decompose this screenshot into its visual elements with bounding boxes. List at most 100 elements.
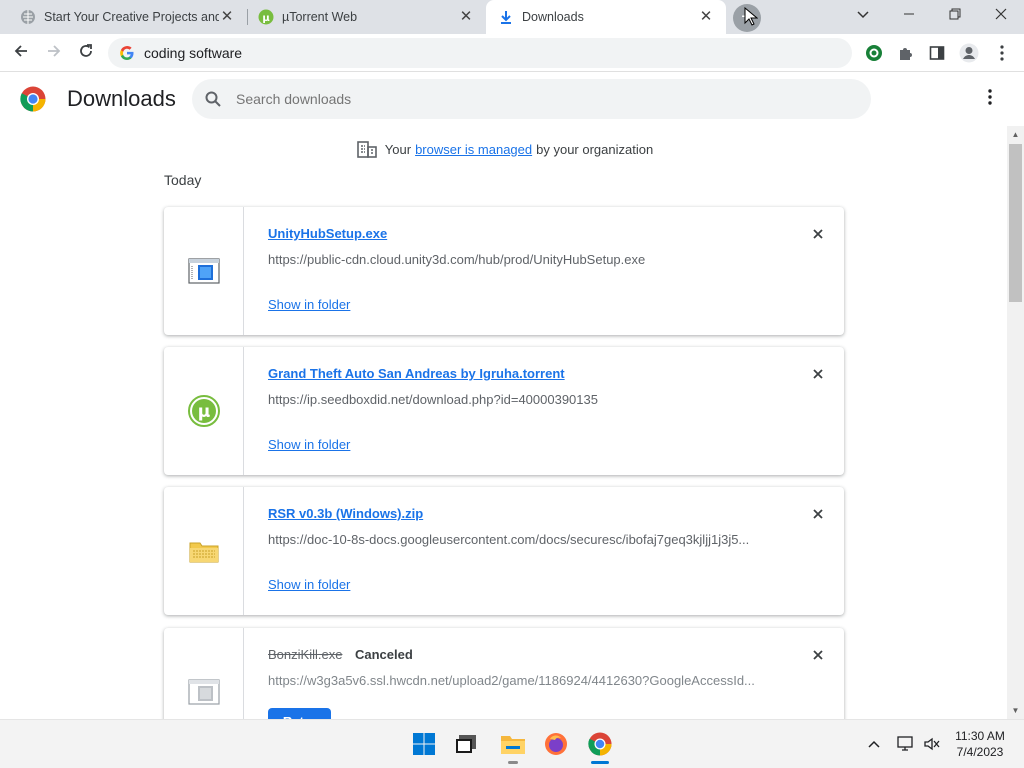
managed-notice: Your browser is managed by your organiza… xyxy=(0,138,1010,160)
task-view-icon xyxy=(456,735,476,753)
remove-download-button[interactable] xyxy=(808,225,828,245)
reload-button[interactable] xyxy=(73,40,99,66)
chrome-menu-button[interactable] xyxy=(991,42,1013,64)
show-in-folder-link[interactable]: Show in folder xyxy=(268,297,350,312)
puzzle-piece-icon xyxy=(900,48,912,60)
building-icon xyxy=(356,141,377,158)
close-icon xyxy=(813,509,823,519)
start-button[interactable] xyxy=(408,728,440,760)
network-icon xyxy=(897,736,913,751)
remove-download-button[interactable] xyxy=(808,365,828,385)
show-in-folder-link[interactable]: Show in folder xyxy=(268,577,350,592)
browser-toolbar: coding software xyxy=(0,34,1024,72)
download-source-url: https://w3g3a5v6.ssl.hwcdn.net/upload2/g… xyxy=(268,673,755,688)
back-arrow-icon xyxy=(14,45,27,57)
show-hidden-icons-button[interactable] xyxy=(858,728,890,760)
profile-button[interactable] xyxy=(958,42,980,64)
close-icon xyxy=(813,650,823,660)
close-tab-icon[interactable]: ✕ xyxy=(219,9,235,25)
download-source-url: https://doc-10-8s-docs.googleusercontent… xyxy=(268,532,750,547)
chrome-logo-icon xyxy=(20,86,46,112)
chevron-down-icon xyxy=(857,11,869,19)
scrollbar-thumb[interactable] xyxy=(1009,144,1022,302)
page-scrollbar[interactable]: ▲ ▼ xyxy=(1007,126,1024,719)
search-downloads-box[interactable] xyxy=(192,79,871,119)
side-panel-button[interactable] xyxy=(926,42,948,64)
managed-prefix: Your xyxy=(384,141,412,157)
show-in-folder-link[interactable]: Show in folder xyxy=(268,437,350,452)
file-icon-column: µ xyxy=(164,347,244,475)
file-icon-column xyxy=(164,207,244,335)
tab-utorrent-web[interactable]: µ µTorrent Web ✕ xyxy=(238,0,486,34)
managed-suffix: by your organization xyxy=(536,141,654,157)
tab-title: µTorrent Web xyxy=(282,10,358,24)
windows-taskbar: 11:30 AM 7/4/2023 xyxy=(0,719,1024,768)
date-section-label: Today xyxy=(164,172,202,188)
side-panel-icon xyxy=(929,46,945,60)
exe-file-icon xyxy=(187,679,220,705)
task-view-button[interactable] xyxy=(450,728,482,760)
tab-downloads[interactable]: Downloads ✕ xyxy=(486,0,726,34)
close-window-button[interactable] xyxy=(978,0,1024,30)
avatar-icon xyxy=(959,43,979,63)
file-explorer-button[interactable] xyxy=(497,728,529,760)
chrome-icon xyxy=(588,732,612,756)
minimize-button[interactable] xyxy=(886,0,932,30)
download-file-name: BonziKill.exe xyxy=(268,647,343,662)
download-item: RSR v0.3b (Windows).zip https://doc-10-8… xyxy=(164,487,844,615)
download-source-url: https://ip.seedboxdid.net/download.php?i… xyxy=(268,392,598,407)
kebab-menu-icon xyxy=(1000,45,1004,61)
remove-download-button[interactable] xyxy=(808,505,828,525)
active-app-indicator xyxy=(591,761,609,764)
close-icon xyxy=(813,369,823,379)
folder-icon xyxy=(501,736,525,754)
forward-button[interactable] xyxy=(41,40,67,66)
scroll-up-arrow-icon[interactable]: ▲ xyxy=(1007,128,1024,142)
downloads-header: Downloads xyxy=(0,72,1024,126)
browser-managed-link[interactable]: browser is managed xyxy=(415,142,532,157)
download-source-url: https://public-cdn.cloud.unity3d.com/hub… xyxy=(268,252,646,267)
download-file-link[interactable]: RSR v0.3b (Windows).zip xyxy=(268,506,423,521)
extensions-button[interactable] xyxy=(895,42,917,64)
restore-icon xyxy=(949,8,961,20)
tab-title: Start Your Creative Projects and D xyxy=(44,10,219,24)
taskbar-clock[interactable]: 11:30 AM 7/4/2023 xyxy=(946,728,1014,760)
clock-date: 7/4/2023 xyxy=(956,745,1004,759)
download-status: Canceled xyxy=(355,647,413,662)
clock-time: 11:30 AM xyxy=(955,729,1005,743)
google-g-icon xyxy=(120,46,134,61)
speaker-muted-icon xyxy=(924,737,940,751)
kebab-menu-icon xyxy=(988,89,992,105)
extension-button[interactable] xyxy=(863,42,885,64)
download-file-link[interactable]: Grand Theft Auto San Andreas by Igruha.t… xyxy=(268,366,565,381)
windows-logo-icon xyxy=(413,733,435,755)
address-bar[interactable]: coding software xyxy=(108,38,852,68)
search-input[interactable] xyxy=(236,91,836,107)
scroll-down-arrow-icon[interactable]: ▼ xyxy=(1007,704,1024,718)
firefox-button[interactable] xyxy=(540,728,572,760)
reload-icon xyxy=(80,44,92,57)
back-button[interactable] xyxy=(8,40,34,66)
download-arrow-icon xyxy=(498,9,514,25)
tab-creative-projects[interactable]: Start Your Creative Projects and D ✕ xyxy=(0,0,247,34)
tab-search-button[interactable] xyxy=(840,0,886,30)
green-shield-extension-icon xyxy=(866,45,882,61)
exe-file-icon xyxy=(187,258,220,284)
tab-strip: Start Your Creative Projects and D ✕ µ µ… xyxy=(0,0,1024,34)
restore-button[interactable] xyxy=(932,0,978,30)
close-tab-icon[interactable]: ✕ xyxy=(698,9,714,25)
page-title: Downloads xyxy=(67,86,176,111)
downloads-menu-button[interactable] xyxy=(980,86,1000,112)
forward-arrow-icon xyxy=(48,45,61,57)
download-file-link[interactable]: UnityHubSetup.exe xyxy=(268,226,387,241)
volume-button[interactable] xyxy=(916,728,948,760)
running-indicator xyxy=(508,761,518,764)
close-tab-icon[interactable]: ✕ xyxy=(458,9,474,25)
close-icon xyxy=(995,8,1007,20)
close-icon xyxy=(813,229,823,239)
download-item: UnityHubSetup.exe https://public-cdn.clo… xyxy=(164,207,844,335)
minimize-icon xyxy=(904,13,914,15)
utorrent-file-icon: µ xyxy=(187,395,220,427)
remove-download-button[interactable] xyxy=(808,646,828,666)
chrome-taskbar-button[interactable] xyxy=(584,728,616,760)
